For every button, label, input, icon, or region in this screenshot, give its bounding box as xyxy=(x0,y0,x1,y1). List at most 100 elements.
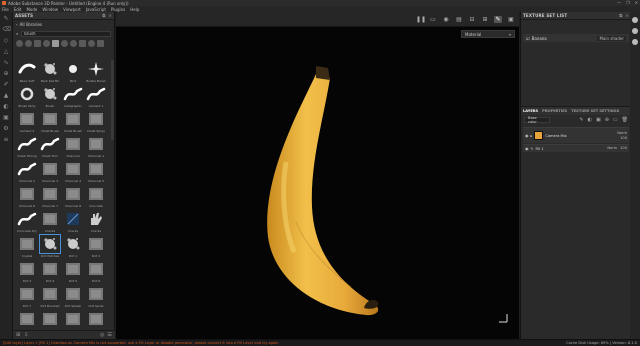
add-mask-icon[interactable]: ◐ xyxy=(588,117,592,123)
new-library-icon[interactable]: ⊞ xyxy=(16,332,20,338)
asset-tile[interactable]: Dry Mud xyxy=(85,310,107,328)
channel-select[interactable]: Base color xyxy=(524,116,550,124)
banana-model[interactable] xyxy=(116,12,519,339)
material-picker-icon[interactable]: ◐ xyxy=(3,103,10,110)
tab-texture-set-settings[interactable]: TEXTURE SET SETTINGS xyxy=(571,109,619,113)
asset-tile[interactable]: Charcoal 3 xyxy=(39,160,61,185)
asset-tile[interactable]: Cement 1 xyxy=(85,85,107,110)
asset-tile[interactable]: Charcoal xyxy=(62,135,84,160)
asset-tile[interactable]: Calligraphic xyxy=(62,85,84,110)
asset-tile[interactable]: Dirt 1 xyxy=(62,235,84,260)
filter-masks-icon[interactable] xyxy=(43,39,50,47)
asset-tile[interactable]: Cracks xyxy=(85,210,107,235)
shader-settings-icon[interactable] xyxy=(632,28,638,34)
clone-icon[interactable]: ⊕ xyxy=(3,70,10,77)
asset-tile[interactable]: Charcoal 4 xyxy=(62,160,84,185)
asset-tile[interactable]: Dirt 7 xyxy=(16,285,38,310)
menu-edit[interactable]: Edit xyxy=(14,7,22,12)
layer-opacity[interactable]: 100 xyxy=(620,136,627,140)
history-icon[interactable] xyxy=(632,39,638,45)
layer-row[interactable]: ◉ ▸ Camera Mix Norm 100 xyxy=(523,127,629,143)
asset-tile[interactable]: Bark Det Bri xyxy=(39,60,61,85)
asset-tile[interactable]: Dirt Spots xyxy=(85,285,107,310)
asset-tile[interactable]: Charcoal 2 xyxy=(16,160,38,185)
menu-mode[interactable]: Mode xyxy=(26,7,37,12)
eye-icon[interactable]: ◉ xyxy=(525,133,529,138)
asset-tile[interactable]: Chalk Brush xyxy=(39,110,61,135)
settings-icon[interactable]: ⚙ xyxy=(3,125,10,132)
undock-icon[interactable]: ⧉ xyxy=(619,13,622,18)
asset-tile[interactable]: Basic Soft xyxy=(16,60,38,85)
undock-icon[interactable]: ⧉ xyxy=(102,13,105,18)
asset-tile[interactable]: Charcoal 8 xyxy=(62,185,84,210)
layer-blend-mode[interactable]: Norm xyxy=(607,146,617,151)
layer-row[interactable]: ◉ ✎ Fill 1 Norm 100 xyxy=(523,144,629,152)
asset-tile[interactable]: Charcoal 6 xyxy=(16,185,38,210)
polygon-fill-icon[interactable]: ▲ xyxy=(3,92,10,99)
asset-tile[interactable]: Dirt Brushed xyxy=(39,285,61,310)
panel-close-icon[interactable]: ✕ xyxy=(625,13,629,18)
asset-tile[interactable]: Charcoal 7 xyxy=(39,185,61,210)
visibility-icon[interactable]: ☑ xyxy=(526,36,530,41)
menu-file[interactable]: File xyxy=(2,7,9,12)
filter-brushes-icon[interactable] xyxy=(52,39,59,47)
asset-tile[interactable]: Dirt Smear xyxy=(62,310,84,328)
asset-tile[interactable]: Dirt 5 xyxy=(62,260,84,285)
menu-javascript[interactable]: JavaScript xyxy=(86,7,106,12)
layers-icon[interactable]: ≡ xyxy=(3,136,10,143)
asset-tile[interactable]: Bristle Brush xyxy=(85,60,107,85)
add-layer-icon[interactable]: ⊕ xyxy=(605,117,609,123)
add-folder-icon[interactable]: ▭ xyxy=(613,117,618,123)
asset-tile[interactable]: Brush Dirty xyxy=(16,85,38,110)
projection-icon[interactable]: ◇ xyxy=(3,37,10,44)
assets-scrollbar[interactable] xyxy=(111,60,114,140)
menu-plugins[interactable]: Plugins xyxy=(111,7,125,12)
close-button[interactable]: ✕ xyxy=(635,0,638,5)
asset-tile[interactable]: Brush xyxy=(39,85,61,110)
filter-materials-icon[interactable] xyxy=(16,39,23,47)
delete-icon[interactable]: 🗑 xyxy=(622,117,628,123)
asset-tile[interactable]: Charcoal 1 xyxy=(85,135,107,160)
asset-tile[interactable]: Dirt Spots xyxy=(16,310,38,328)
eye-icon[interactable]: ◉ xyxy=(525,146,529,151)
add-effect-icon[interactable]: ✎ xyxy=(579,117,583,123)
geometry-mask-icon[interactable]: △ xyxy=(3,48,10,55)
display-settings-icon[interactable] xyxy=(632,17,638,23)
library-selector[interactable]: ‹ All libraries xyxy=(13,20,114,29)
asset-tile[interactable]: Dirt 6 xyxy=(85,260,107,285)
asset-tile[interactable]: Chalk Spray xyxy=(85,110,107,135)
list-view-icon[interactable]: ☰ xyxy=(108,332,112,338)
filter-textures-icon[interactable] xyxy=(34,39,41,47)
asset-tile[interactable]: Cement 2 xyxy=(16,110,38,135)
tab-layers[interactable]: LAYERS xyxy=(523,109,538,113)
smudge-icon[interactable]: ∿ xyxy=(3,59,10,66)
search-input[interactable] xyxy=(21,30,111,37)
bake-icon[interactable]: ▣ xyxy=(3,114,10,121)
filter-particles-icon[interactable] xyxy=(61,39,68,47)
asset-tile[interactable]: Dirt Stroke xyxy=(39,310,61,328)
shader-select[interactable]: Main shader xyxy=(597,35,626,41)
asset-tile[interactable]: Dirt Splash xyxy=(62,285,84,310)
asset-tile[interactable]: Concrete Dry xyxy=(16,210,38,235)
menu-viewport[interactable]: Viewport xyxy=(63,7,81,12)
asset-tile[interactable]: Dirt Patches xyxy=(39,234,61,260)
filter-tools-icon[interactable] xyxy=(70,39,77,47)
asset-tile[interactable]: Cracks xyxy=(39,210,61,235)
asset-tile[interactable]: Blot xyxy=(62,60,84,85)
menu-help[interactable]: Help xyxy=(130,7,139,12)
tab-properties[interactable]: PROPERTIES xyxy=(542,109,567,113)
asset-tile[interactable]: Concrete xyxy=(85,185,107,210)
layer-blend-mode[interactable]: Norm xyxy=(617,131,627,135)
import-icon[interactable]: ⇩ xyxy=(24,332,28,338)
maximize-button[interactable]: ❐ xyxy=(626,0,630,5)
add-fill-icon[interactable]: ▣ xyxy=(596,117,601,123)
filter-environments-icon[interactable] xyxy=(88,39,95,47)
asset-tile[interactable]: Chalk Thin xyxy=(39,135,61,160)
filter-filters-icon[interactable] xyxy=(79,39,86,47)
viewport[interactable]: ❚❚ ▭ ◉ ▤ ⊟ ⊞ ✎ ▣ Material ▾ xyxy=(116,12,519,339)
color-picker-icon[interactable]: ✐ xyxy=(3,81,10,88)
asset-tile[interactable]: Cracks xyxy=(62,210,84,235)
menu-window[interactable]: Window xyxy=(42,7,58,12)
asset-tile[interactable]: Chalk Brush xyxy=(62,110,84,135)
layer-opacity[interactable]: 100 xyxy=(620,146,627,151)
